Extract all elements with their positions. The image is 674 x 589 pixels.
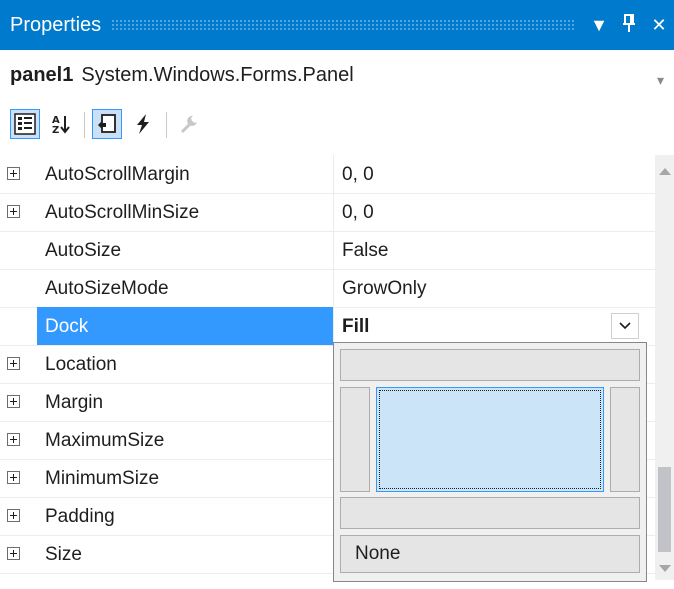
- alphabetical-button[interactable]: A Z: [46, 109, 76, 139]
- dock-right-button[interactable]: [610, 387, 640, 492]
- alphabetical-icon: A Z: [52, 115, 70, 135]
- expand-icon[interactable]: [7, 357, 20, 370]
- property-name: AutoSizeMode: [45, 278, 169, 299]
- property-row[interactable]: AutoSizeMode GrowOnly: [0, 269, 660, 308]
- property-row-selected[interactable]: Dock Fill: [0, 307, 660, 346]
- scroll-down-arrow-icon[interactable]: [659, 565, 671, 572]
- chevron-down-icon[interactable]: ▾: [657, 72, 664, 89]
- property-pages-button[interactable]: [174, 109, 204, 139]
- property-name: AutoScrollMinSize: [45, 202, 200, 223]
- property-row[interactable]: AutoScrollMinSize 0, 0: [0, 193, 660, 232]
- object-selector[interactable]: panel1 System.Windows.Forms.Panel ▾: [0, 50, 674, 100]
- properties-icon: [98, 114, 116, 133]
- pin-button[interactable]: [614, 13, 644, 38]
- property-name: Size: [45, 544, 82, 565]
- property-name: Margin: [45, 392, 104, 413]
- property-row[interactable]: AutoScrollMargin 0, 0: [0, 155, 660, 194]
- property-name: MinimumSize: [45, 468, 160, 489]
- expand-icon[interactable]: [7, 167, 20, 180]
- events-button[interactable]: [128, 109, 158, 139]
- dock-top-button[interactable]: [340, 349, 640, 381]
- wrench-icon: [180, 115, 197, 134]
- properties-button[interactable]: [92, 109, 122, 139]
- property-value[interactable]: 0, 0: [342, 164, 374, 186]
- categorized-icon: [14, 113, 36, 135]
- dock-picker-dropdown: None: [333, 342, 647, 582]
- property-name: AutoSize: [45, 240, 122, 261]
- pin-icon: [623, 13, 635, 32]
- property-name: Padding: [45, 506, 115, 527]
- property-value[interactable]: 0, 0: [342, 202, 374, 224]
- object-name: panel1: [10, 63, 74, 86]
- dock-bottom-button[interactable]: [340, 497, 640, 529]
- value-dropdown-button[interactable]: [611, 313, 639, 339]
- close-button[interactable]: ✕: [644, 15, 674, 36]
- property-row[interactable]: AutoSize False: [0, 231, 660, 270]
- dock-left-button[interactable]: [340, 387, 370, 492]
- property-name: Location: [45, 354, 117, 375]
- window-dropdown-button[interactable]: ▼: [584, 15, 614, 36]
- column-divider[interactable]: [333, 269, 334, 307]
- drag-grip[interactable]: [111, 19, 574, 31]
- toolbar-separator: [166, 112, 167, 138]
- property-name: Dock: [45, 316, 89, 337]
- toolbar-separator: [84, 112, 85, 138]
- scroll-thumb[interactable]: [658, 467, 671, 552]
- expand-icon[interactable]: [7, 547, 20, 560]
- dock-fill-button[interactable]: [376, 387, 604, 492]
- property-value[interactable]: Fill: [342, 316, 369, 338]
- expand-icon[interactable]: [7, 205, 20, 218]
- expand-icon[interactable]: [7, 509, 20, 522]
- chevron-down-icon: [619, 322, 631, 330]
- properties-toolbar: A Z: [0, 100, 674, 150]
- column-divider[interactable]: [333, 231, 334, 269]
- expand-icon[interactable]: [7, 433, 20, 446]
- categorized-button[interactable]: [10, 109, 40, 139]
- column-divider[interactable]: [333, 193, 334, 231]
- svg-text:Z: Z: [52, 125, 59, 135]
- property-name: MaximumSize: [45, 430, 165, 451]
- scroll-up-arrow-icon[interactable]: [659, 168, 671, 175]
- dock-none-button[interactable]: None: [340, 535, 640, 573]
- column-divider[interactable]: [333, 307, 334, 345]
- lightning-icon: [137, 114, 149, 134]
- property-value[interactable]: GrowOnly: [342, 278, 426, 300]
- property-name: AutoScrollMargin: [45, 164, 190, 185]
- vertical-scrollbar[interactable]: [655, 155, 674, 580]
- expand-icon[interactable]: [7, 395, 20, 408]
- window-title: Properties: [10, 13, 102, 36]
- property-value[interactable]: False: [342, 240, 388, 262]
- properties-title-bar: Properties ▼ ✕: [0, 0, 674, 50]
- object-type: System.Windows.Forms.Panel: [81, 63, 354, 86]
- column-divider[interactable]: [333, 155, 334, 193]
- expand-icon[interactable]: [7, 471, 20, 484]
